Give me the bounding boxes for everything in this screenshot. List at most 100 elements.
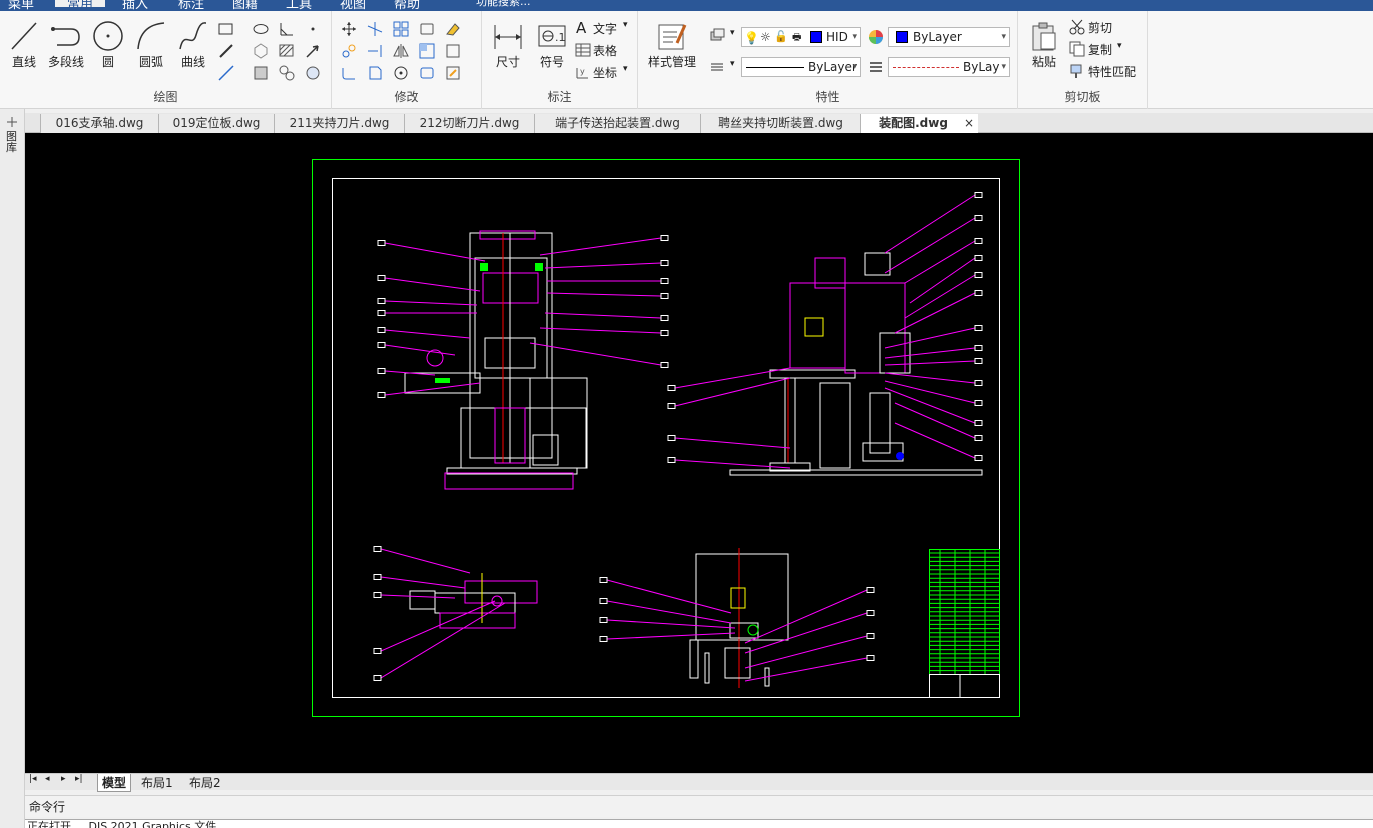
- line-label: 直线: [11, 55, 36, 69]
- line-button[interactable]: 直线: [4, 19, 44, 70]
- text-icon[interactable]: A: [576, 19, 586, 37]
- coordinate-button[interactable]: 坐标: [593, 64, 617, 81]
- drawing-canvas[interactable]: [25, 133, 1373, 773]
- polyline-button[interactable]: 多段线: [46, 19, 86, 70]
- balloon: [974, 435, 983, 441]
- layout-tab-model[interactable]: 模型: [97, 774, 132, 792]
- cloud-icon[interactable]: [278, 64, 296, 82]
- properties-edit-icon[interactable]: [444, 64, 462, 82]
- layer-list-icon[interactable]: [708, 58, 726, 76]
- pen-icon[interactable]: [217, 42, 235, 60]
- rotate-icon[interactable]: [392, 64, 410, 82]
- construction-line-icon[interactable]: [217, 64, 235, 82]
- lineweight-combo[interactable]: ByLay: [888, 57, 1010, 77]
- break-icon[interactable]: [418, 64, 436, 82]
- menu-item-insert[interactable]: 插入: [122, 0, 148, 11]
- top-view: [409, 573, 538, 629]
- fillet-icon[interactable]: [340, 64, 358, 82]
- close-tab-icon[interactable]: ×: [964, 114, 974, 132]
- curve-button[interactable]: 曲线: [173, 19, 213, 70]
- prev-layout-icon[interactable]: ◂: [45, 774, 50, 784]
- table-button[interactable]: 表格: [593, 42, 617, 59]
- linetype-combo[interactable]: ByLayer: [741, 57, 861, 77]
- menu-item-annotate[interactable]: 标注: [178, 0, 204, 11]
- next-layout-icon[interactable]: ▸: [61, 774, 66, 784]
- offset-icon[interactable]: [444, 42, 462, 60]
- layout-tab-2[interactable]: 布局2: [189, 774, 221, 791]
- color-combo[interactable]: ByLayer: [888, 27, 1010, 47]
- tab-3[interactable]: 212切断刀片.dwg: [404, 114, 534, 133]
- balloon: [660, 235, 669, 241]
- layer-combo[interactable]: 💡 ☼ 🔓 🖶 HID: [741, 27, 861, 47]
- balloon: [974, 192, 983, 198]
- rectangle-icon[interactable]: [217, 20, 235, 38]
- array-icon[interactable]: [392, 20, 410, 38]
- menu-item-help[interactable]: 帮助: [394, 0, 420, 11]
- symbol-button[interactable]: .1 符号: [532, 21, 572, 70]
- text-button[interactable]: 文字: [593, 20, 617, 37]
- properties-group-title: 特性: [815, 90, 840, 104]
- tab-4[interactable]: 端子传送抬起装置.dwg: [534, 114, 700, 133]
- angle-icon[interactable]: [278, 20, 296, 38]
- hexagon-icon[interactable]: [252, 42, 270, 60]
- layer-states-icon[interactable]: [708, 27, 726, 45]
- point-icon[interactable]: [304, 20, 322, 38]
- trim-icon[interactable]: [366, 20, 384, 38]
- match-properties-button[interactable]: 特性匹配: [1088, 63, 1136, 80]
- move-icon[interactable]: [340, 20, 358, 38]
- inner-border: [332, 178, 1000, 698]
- first-layout-icon[interactable]: |◂: [29, 774, 37, 784]
- copy-icon[interactable]: [1068, 40, 1086, 58]
- copy-button[interactable]: 复制: [1088, 41, 1112, 58]
- ellipse-icon[interactable]: [252, 20, 270, 38]
- wipeout-icon[interactable]: [304, 64, 322, 82]
- menu-item-home[interactable]: 常用: [55, 0, 106, 11]
- menu-item-tools[interactable]: 工具: [286, 0, 312, 11]
- cut-button[interactable]: 剪切: [1088, 19, 1112, 36]
- balloon: [974, 238, 983, 244]
- tab-5[interactable]: 聘丝夹持切断装置.dwg: [700, 114, 860, 133]
- tab-active[interactable]: 装配图.dwg ×: [860, 114, 978, 133]
- last-layout-icon[interactable]: ▸|: [75, 774, 83, 784]
- command-history[interactable]: 正在打开 ... DIS 2021 Graphics 文件: [25, 819, 1373, 828]
- circle-button[interactable]: 圆: [88, 19, 128, 70]
- layout-tab-1[interactable]: 布局1: [141, 774, 173, 791]
- stretch-icon[interactable]: [418, 42, 436, 60]
- match-properties-icon[interactable]: [1068, 62, 1086, 80]
- drawing-svg: [312, 159, 1020, 717]
- region-icon[interactable]: [252, 64, 270, 82]
- arc-button[interactable]: 圆弧: [131, 19, 171, 70]
- color-wheel-icon[interactable]: [867, 28, 885, 46]
- hatch-icon[interactable]: [278, 42, 296, 60]
- menu-item-0[interactable]: 菜单: [8, 0, 34, 11]
- dimension-button[interactable]: 尺寸: [488, 21, 528, 70]
- balloon: [373, 592, 382, 598]
- copy-dropdown-icon[interactable]: ▾: [1117, 41, 1122, 51]
- tab-0[interactable]: 016支承轴.dwg: [40, 114, 158, 133]
- menu-item-view[interactable]: 视图: [340, 0, 366, 11]
- copy-object-icon[interactable]: [340, 42, 358, 60]
- feature-search[interactable]: 功能搜索...: [476, 0, 531, 9]
- mirror-icon[interactable]: [392, 42, 410, 60]
- scale-icon[interactable]: [418, 20, 436, 38]
- tab-2[interactable]: 211夹持刀片.dwg: [274, 114, 404, 133]
- table-icon[interactable]: [574, 41, 592, 59]
- lineweight-icon[interactable]: [867, 58, 885, 76]
- coordinate-dropdown-icon[interactable]: ▾: [623, 64, 628, 74]
- arrow-icon[interactable]: [304, 42, 322, 60]
- balloon: [599, 598, 608, 604]
- text-dropdown-icon[interactable]: ▾: [623, 20, 628, 30]
- coordinate-icon[interactable]: y: [574, 63, 592, 81]
- layer-states-dropdown-icon[interactable]: ▾: [730, 28, 735, 38]
- pin-icon[interactable]: [5, 115, 19, 129]
- explode-icon[interactable]: [366, 64, 384, 82]
- extend-icon[interactable]: [366, 42, 384, 60]
- style-manager-button[interactable]: 样式管理: [644, 21, 700, 70]
- menu-item-library[interactable]: 图籍: [232, 0, 258, 11]
- paste-button[interactable]: 粘贴: [1024, 21, 1064, 70]
- eraser-icon[interactable]: [444, 20, 462, 38]
- library-panel-label[interactable]: 图库: [6, 131, 18, 153]
- tab-1[interactable]: 019定位板.dwg: [158, 114, 274, 133]
- layer-list-dropdown-icon[interactable]: ▾: [730, 59, 735, 69]
- scissors-icon[interactable]: [1068, 18, 1086, 36]
